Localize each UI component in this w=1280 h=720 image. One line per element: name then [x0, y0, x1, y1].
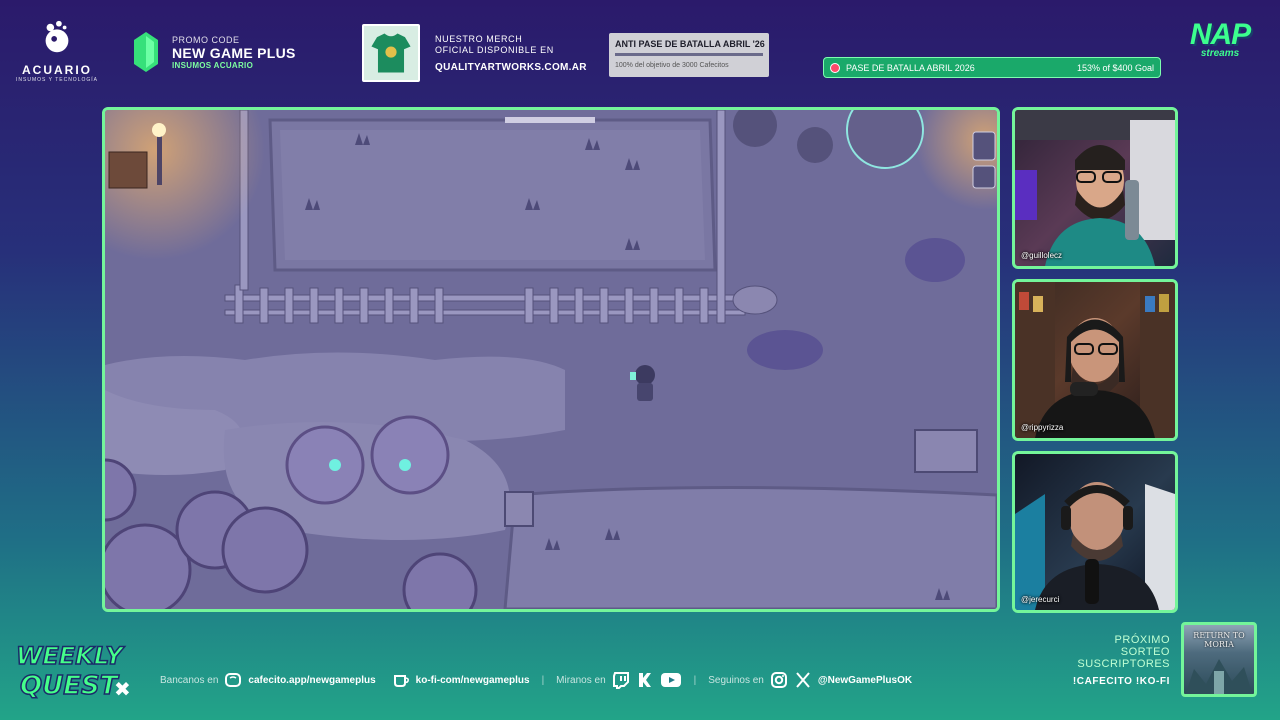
prize-image-title: RETURN TO MORIA [1193, 631, 1245, 649]
promo-label: PROMO CODE [172, 34, 240, 45]
nap-logo-text: NAP [1189, 18, 1251, 51]
cafecito-link[interactable]: cafecito.app/newgameplus [248, 675, 375, 686]
merch-text: NUESTRO MERCH OFICIAL DISPONIBLE EN QUAL… [435, 34, 587, 73]
cam-handle-3: @jerecurci [1021, 595, 1060, 604]
next-prize-line1: PRÓXIMO [1114, 634, 1170, 646]
acuario-logo: ACUARIO INSUMOS Y TECNOLOGÍA [12, 18, 102, 84]
merch-line2: OFICIAL DISPONIBLE EN [435, 45, 554, 55]
kofi-link[interactable]: ko-fi-com/newgameplus [416, 675, 530, 686]
promo-code: NEW GAME PLUS [172, 44, 296, 61]
webcam-rippyrizza: @rippyrizza [1012, 279, 1178, 441]
webcam-jerecurci: @jerecurci [1012, 451, 1178, 613]
cam-handle-2: @rippyrizza [1021, 423, 1064, 432]
miranos-label: Miranos en [556, 674, 606, 686]
promo-sub: INSUMOS ACUARIO [172, 60, 254, 70]
next-giveaway: PRÓXIMO SORTEO SUSCRIPTORES !CAFECITO !K… [1040, 634, 1170, 687]
x-twitter-icon[interactable] [794, 671, 812, 689]
promo-code-block: PROMO CODE NEW GAME PLUS INSUMOS ACUARIO [134, 30, 296, 74]
kofi-icon [393, 675, 409, 687]
separator-2: | [693, 674, 697, 686]
cafecito-icon [225, 673, 242, 687]
anti-pase-widget: ANTI PASE DE BATALLA ABRIL '26 100% del … [609, 33, 769, 77]
next-prize-line3: SUSCRIPTORES [1077, 658, 1170, 670]
kick-icon[interactable] [636, 671, 654, 689]
social-links-bar: Bancanos en cafecito.app/newgameplus ko-… [160, 668, 912, 692]
weekly-logo-line1: WEEKLY [16, 642, 125, 670]
anti-pase-detail: 100% del objetivo de 3000 Cafecitos [615, 62, 729, 69]
twitch-icon[interactable] [612, 671, 630, 689]
svg-text:✖: ✖ [114, 677, 131, 701]
anti-pase-title: ANTI PASE DE BATALLA ABRIL '26 [615, 39, 765, 49]
prize-game-cover: RETURN TO MORIA [1181, 622, 1257, 697]
webcam-feed-3 [1015, 482, 1175, 610]
next-prize-commands: !CAFECITO !KO-FI [1072, 676, 1170, 687]
youtube-icon[interactable] [660, 671, 682, 689]
game-scene [105, 110, 997, 609]
acuario-mark-icon [45, 20, 69, 53]
instagram-icon[interactable] [770, 671, 788, 689]
bancanos-label: Bancanos en [160, 674, 219, 686]
weekly-logo-line2: QUEST [20, 671, 120, 701]
goal-status: 153% of $400 Goal [1076, 62, 1154, 73]
cam-handle-1: @guillolecz [1021, 251, 1063, 260]
seguinos-label: Seguinos en [708, 674, 764, 686]
game-capture [102, 107, 1000, 612]
weekly-quest-logo: WEEKLY QUEST ✖ [14, 634, 134, 706]
next-prize-line2: SORTEO [1120, 646, 1170, 658]
merch-shirt-image [362, 24, 420, 82]
goal-title: PASE DE BATALLA ABRIL 2026 [846, 62, 975, 73]
gem-icon [134, 32, 158, 72]
cover-art [1185, 659, 1253, 694]
heart-icon [830, 62, 840, 73]
webcam-feed-2 [1015, 282, 1175, 438]
sponsor-tagline: INSUMOS Y TECNOLOGÍA [16, 77, 98, 83]
tshirt-icon [364, 26, 418, 80]
separator: | [541, 674, 545, 686]
merch-url[interactable]: QUALITYARTWORKS.COM.AR [435, 62, 587, 73]
social-handle[interactable]: @NewGamePlusOK [818, 675, 912, 686]
nap-streams-logo: NAP streams [1180, 20, 1260, 80]
webcam-feed-1 [1015, 110, 1175, 266]
webcam-guillolecz: @guillolecz [1012, 107, 1178, 269]
weekly-quest-logo-art: WEEKLY QUEST ✖ [15, 641, 131, 702]
sponsor-name: ACUARIO [22, 63, 92, 77]
goal-bar: PASE DE BATALLA ABRIL 2026 153% of $400 … [823, 57, 1161, 78]
merch-line1: NUESTRO MERCH [435, 34, 523, 44]
